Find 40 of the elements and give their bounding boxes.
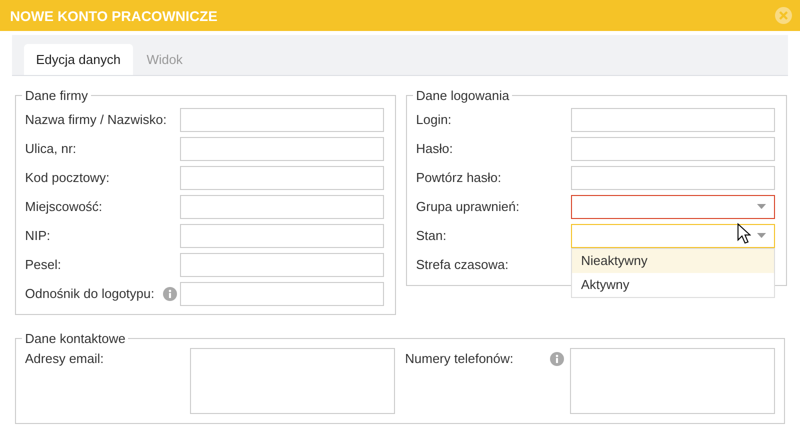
field-label: Miejscowość: [25,199,102,214]
text-field[interactable] [180,252,384,276]
text-field[interactable] [571,108,775,132]
window-title: NOWE KONTO PRACOWNICZE [10,8,218,24]
text-field[interactable] [180,136,384,160]
textarea-field[interactable] [570,348,775,414]
info-icon[interactable] [163,286,177,300]
field-label: Strefa czasowa: [416,257,508,272]
field-label: NIP: [25,228,50,243]
field-label: Powtórz hasło: [416,170,502,185]
text-field[interactable] [571,136,775,160]
field-label: Grupa uprawnień: [416,199,520,214]
field-label: Login: [416,112,452,127]
field-label: Nazwa firmy / Nazwisko: [25,112,167,127]
field-label: Odnośnik do logotypu: [25,286,154,301]
text-field[interactable] [180,194,384,218]
select-field[interactable] [571,194,775,218]
fieldset-legend: Dane kontaktowe [22,331,128,346]
dropdown-option[interactable]: Nieaktywny [572,248,774,272]
field-label: Numery telefonów: [405,351,514,366]
info-icon[interactable] [550,352,564,366]
textarea-field[interactable] [190,348,395,414]
field-label: Ulica, nr: [25,141,76,156]
field-label: Pesel: [25,257,62,272]
field-label: Stan: [416,228,446,243]
field-label: Hasło: [416,141,453,156]
text-field[interactable] [180,282,384,306]
text-field[interactable] [571,166,775,190]
fieldset-legend: Dane firmy [22,88,91,103]
tab[interactable]: Edycja danych [24,44,133,75]
caret-icon [757,204,766,209]
caret-icon [757,233,766,238]
field-label: Adresy email: [25,351,104,366]
text-field[interactable] [180,108,384,132]
fieldset-legend: Dane logowania [413,88,512,103]
close-icon[interactable] [775,7,792,24]
dropdown-option[interactable]: Aktywny [572,272,774,296]
field-label: Kod pocztowy: [25,170,110,185]
text-field[interactable] [180,166,384,190]
text-field[interactable] [180,224,384,248]
